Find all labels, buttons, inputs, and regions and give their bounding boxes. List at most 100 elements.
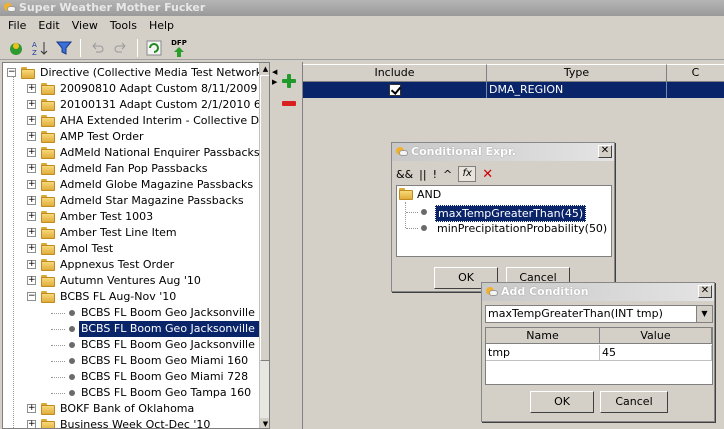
tree-scrollbar[interactable]: ▲ ▼: [259, 63, 269, 428]
collapse-toggle[interactable]: −: [27, 292, 36, 301]
line-item-node[interactable]: BCBS FL Boom Geo Jacksonville 160: [3, 305, 269, 321]
function-button[interactable]: fx: [458, 166, 477, 182]
not-operator-button[interactable]: !: [433, 168, 437, 181]
menu-tools[interactable]: Tools: [104, 17, 143, 35]
line-item-icon: [69, 310, 75, 316]
param-value-cell[interactable]: 45: [600, 345, 712, 361]
dfp-upload-button[interactable]: DFP: [168, 38, 190, 58]
tree-folder-node[interactable]: + Appnexus Test Order: [3, 257, 259, 273]
tree-folder-node[interactable]: − BCBS FL Aug-Nov '10: [3, 289, 259, 305]
column-header-type[interactable]: Type: [487, 64, 667, 82]
conditional-expr-dialog: Conditional Expr. ✕ && || ! ^ fx ✕ AND m…: [391, 142, 615, 292]
xor-operator-button[interactable]: ^: [443, 168, 452, 181]
expand-toggle[interactable]: +: [27, 164, 36, 173]
delete-icon[interactable]: ✕: [482, 167, 493, 182]
expand-toggle[interactable]: +: [27, 420, 36, 428]
undo-button[interactable]: [87, 38, 107, 58]
expand-toggle[interactable]: +: [27, 132, 36, 141]
folder-icon: [41, 259, 55, 271]
tree-folder-node[interactable]: +20100131 Adapt Custom 2/1/2010 6:49:: [3, 97, 269, 113]
close-button[interactable]: ✕: [598, 145, 612, 158]
tree-folder-node[interactable]: + Admeld Star Magazine Passbacks: [3, 193, 259, 209]
and-node[interactable]: AND: [417, 188, 441, 202]
dfp-label: DFP: [171, 38, 187, 47]
close-button[interactable]: ✕: [698, 285, 712, 298]
expand-toggle[interactable]: +: [27, 116, 36, 125]
line-item-node[interactable]: BCBS FL Boom Geo Miami 728: [3, 369, 259, 385]
tree-root-node[interactable]: − Directive (Collective Media Test Networ…: [3, 65, 266, 81]
column-header-c[interactable]: C: [667, 64, 724, 82]
include-cell: [303, 82, 487, 98]
filter-button[interactable]: [54, 38, 74, 58]
redo-button[interactable]: [111, 38, 131, 58]
tree-folder-node[interactable]: + Business Week Oct-Dec '10: [3, 417, 259, 428]
combo-value: maxTempGreaterThan(INT tmp): [488, 307, 663, 320]
tree-item-label-selected: BCBS FL Boom Geo Jacksonville 300: [79, 321, 269, 337]
chevron-down-icon[interactable]: ▼: [696, 306, 712, 322]
scroll-up-arrow[interactable]: ▲: [260, 63, 269, 75]
expand-toggle[interactable]: +: [27, 100, 36, 109]
expand-toggle[interactable]: +: [27, 228, 36, 237]
column-header-include[interactable]: Include: [303, 64, 487, 82]
add-target-button[interactable]: [280, 72, 298, 90]
condition-node[interactable]: minPrecipitationProbability(50): [437, 221, 607, 236]
condition-node-selected[interactable]: maxTempGreaterThan(45): [435, 205, 587, 222]
tree-folder-node[interactable]: + BOKF Bank of Oklahoma: [3, 401, 259, 417]
connect-button[interactable]: [6, 38, 26, 58]
column-header-value[interactable]: Value: [600, 328, 712, 344]
expression-tree[interactable]: AND maxTempGreaterThan(45) minPrecipitat…: [396, 185, 612, 257]
tree-folder-node[interactable]: + Admeld Fan Pop Passbacks: [3, 161, 259, 177]
tree-folder-node[interactable]: +20090810 Adapt Custom 8/11/2009 10:3: [3, 81, 269, 97]
sort-button[interactable]: AZ: [30, 38, 50, 58]
splitter[interactable]: ◀ ▶: [272, 62, 278, 429]
expand-toggle[interactable]: +: [27, 244, 36, 253]
tree-folder-node[interactable]: + Amber Test Line Item: [3, 225, 259, 241]
param-name-cell: tmp: [486, 345, 600, 361]
tree-item-label: Admeld Fan Pop Passbacks: [60, 162, 208, 175]
line-item-icon: [69, 358, 75, 364]
expand-toggle[interactable]: +: [27, 404, 36, 413]
scroll-thumb[interactable]: [260, 75, 269, 361]
scroll-down-arrow[interactable]: ▼: [260, 418, 269, 428]
plus-icon: [282, 74, 296, 88]
table-row[interactable]: DMA_REGION: [303, 82, 724, 98]
expand-toggle[interactable]: +: [27, 212, 36, 221]
expand-toggle[interactable]: +: [27, 180, 36, 189]
column-header-name[interactable]: Name: [486, 328, 600, 344]
expand-toggle[interactable]: +: [27, 84, 36, 93]
menu-view[interactable]: View: [66, 17, 104, 35]
refresh-button[interactable]: [144, 38, 164, 58]
line-item-node[interactable]: BCBS FL Boom Geo Miami 160: [3, 353, 259, 369]
collapse-right-arrow[interactable]: ▶: [272, 78, 277, 86]
tree-folder-node[interactable]: + Admeld Globe Magazine Passbacks: [3, 177, 259, 193]
condition-function-select[interactable]: maxTempGreaterThan(INT tmp) ▼: [485, 305, 713, 323]
ok-button[interactable]: OK: [530, 391, 594, 413]
tree-folder-node[interactable]: + Amol Test: [3, 241, 259, 257]
include-checkbox[interactable]: [389, 84, 401, 96]
menu-file[interactable]: File: [2, 17, 32, 35]
tree-folder-node[interactable]: + AdMeld National Enquirer Passbacks: [3, 145, 260, 161]
menu-help[interactable]: Help: [143, 17, 180, 35]
line-item-node[interactable]: BCBS FL Boom Geo Jacksonville 300: [3, 321, 269, 337]
order-tree[interactable]: − Directive (Collective Media Test Networ…: [2, 62, 270, 429]
menu-edit[interactable]: Edit: [32, 17, 65, 35]
collapse-toggle[interactable]: −: [7, 68, 16, 77]
expand-toggle[interactable]: +: [27, 148, 36, 157]
expand-toggle[interactable]: +: [27, 196, 36, 205]
cancel-button[interactable]: Cancel: [600, 391, 668, 413]
tree-folder-node[interactable]: + Autumn Ventures Aug '10: [3, 273, 259, 289]
tree-folder-node[interactable]: + Amber Test 1003: [3, 209, 259, 225]
tree-folder-node[interactable]: + AMP Test Order: [3, 129, 259, 145]
remove-target-button[interactable]: [280, 94, 298, 112]
and-operator-button[interactable]: &&: [396, 168, 413, 181]
collapse-left-arrow[interactable]: ◀: [272, 68, 277, 76]
expand-toggle[interactable]: +: [27, 276, 36, 285]
line-item-node[interactable]: BCBS FL Boom Geo Tampa 160: [3, 385, 259, 401]
tree-folder-node[interactable]: + AHA Extended Interim - Collective Direc…: [3, 113, 269, 129]
expr-toolbar: && || ! ^ fx ✕: [396, 165, 493, 183]
line-item-node[interactable]: BCBS FL Boom Geo Jacksonville 728: [3, 337, 269, 353]
folder-icon: [41, 195, 55, 207]
or-operator-button[interactable]: ||: [419, 168, 426, 181]
line-item-icon: [69, 374, 75, 380]
expand-toggle[interactable]: +: [27, 260, 36, 269]
